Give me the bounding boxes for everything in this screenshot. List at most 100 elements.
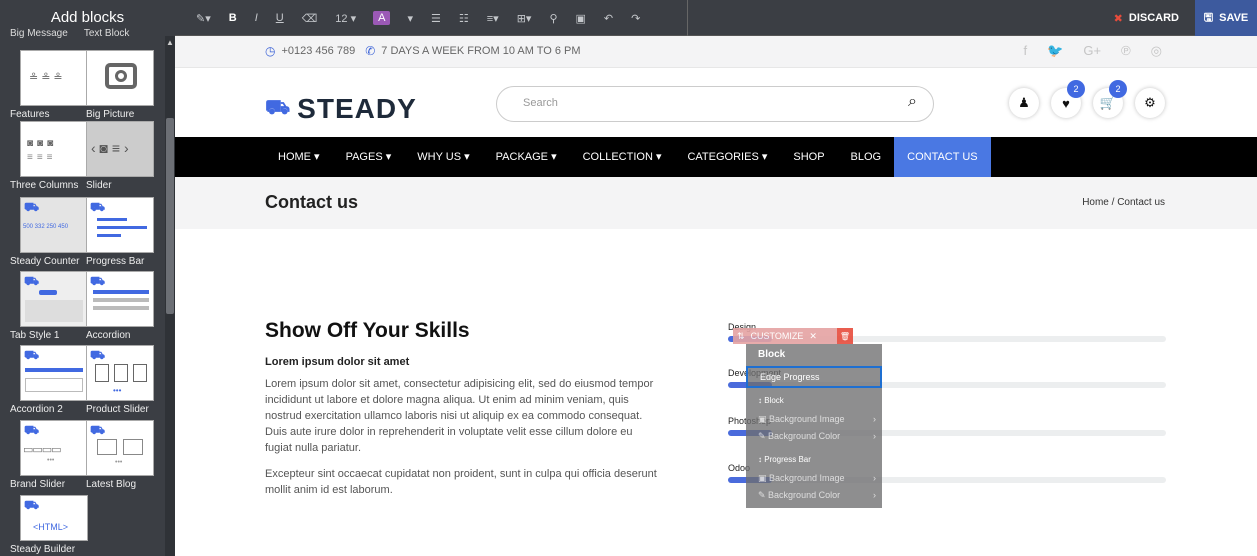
menu-item-background-image[interactable]: ▣ Background Image › [746, 413, 882, 426]
snippet-accordion-2[interactable]: ⛟ Accordion 2 [10, 345, 88, 415]
user-icon[interactable]: ♟ [1009, 88, 1039, 118]
nav-label: CONTACT US [907, 151, 978, 163]
social-links: f 🐦 G+ ℗ ◎ [1024, 43, 1162, 59]
nav-label: WHY US [417, 151, 462, 163]
features-icon: ≗≗≗ [20, 50, 88, 106]
breadcrumb[interactable]: Home / Contact us [1082, 197, 1165, 208]
table-dropdown-icon[interactable]: ⊞▾ [508, 12, 541, 25]
trash-icon[interactable]: 🗑 [837, 328, 853, 344]
font-color-icon[interactable]: A [373, 11, 391, 25]
menu-item-background-color[interactable]: ✎ Background Color › [746, 430, 882, 443]
menu-item-background-color[interactable]: ✎ Background Color › [746, 489, 882, 502]
menu-item-label: Progress Bar [764, 455, 811, 464]
sidebar-scrollbar[interactable]: ▲ [165, 36, 175, 556]
instagram-icon[interactable]: ◎ [1151, 43, 1162, 59]
snippet-three-columns[interactable]: ◙◙◙ ≡≡≡ Three Columns [10, 121, 88, 191]
ordered-list-icon[interactable]: ☷ [450, 12, 478, 25]
style-dropdown-icon[interactable]: ✎▾ [187, 12, 220, 25]
pinterest-icon[interactable]: ℗ [1121, 43, 1131, 59]
snippet-label: Accordion 2 [10, 404, 63, 415]
menu-item-label: Background Color [768, 490, 841, 500]
gear-icon[interactable]: ⚙ [1135, 88, 1165, 118]
snippet-label: Slider [86, 180, 112, 191]
color-dropdown-icon[interactable]: ▾ [398, 12, 422, 25]
unordered-list-icon[interactable]: ☰ [422, 12, 450, 25]
discard-button[interactable]: ✖ DISCARD [1106, 8, 1187, 28]
close-icon[interactable]: ✕ [809, 331, 817, 342]
move-icon[interactable]: ⇅ [737, 331, 745, 342]
font-size-dropdown[interactable]: 12 ▾ [326, 12, 365, 25]
snippet-brand-slider[interactable]: ⛟ ▭▭▭▭ ••• Brand Slider [10, 420, 88, 490]
snippet-label: Big Message [10, 28, 68, 39]
menu-item-label: Edge Progress [760, 372, 820, 382]
customize-toolbar[interactable]: ⇅ CUSTOMIZE ✕ 🗑 [733, 328, 853, 344]
image-icon[interactable]: ▣ [567, 12, 595, 25]
search-input[interactable]: Search ⌕ [496, 86, 934, 122]
nav-item-collection[interactable]: COLLECTION ▾ [570, 137, 675, 177]
underline-icon[interactable]: U [267, 12, 293, 24]
info-bar: ◷ +0123 456 789 ✆ 7 DAYS A WEEK FROM 10 … [175, 36, 1257, 68]
snippet-steady-counter[interactable]: ⛟ 500 332 250 450 Steady Counter [10, 197, 88, 267]
menu-item-edge-progress[interactable]: Edge Progress [746, 366, 882, 388]
snippet-big-picture[interactable]: Big Picture [86, 50, 154, 120]
facebook-icon[interactable]: f [1024, 43, 1028, 59]
twitter-icon[interactable]: 🐦 [1047, 43, 1063, 59]
snippet-tab-style[interactable]: ⛟ Tab Style 1 [10, 271, 88, 341]
link-icon[interactable]: ⚲ [540, 12, 566, 25]
bold-icon[interactable]: B [220, 12, 246, 24]
nav-label: BLOG [850, 151, 882, 163]
snippet-accordion[interactable]: ⛟ Accordion [86, 271, 154, 341]
snippet-product-slider[interactable]: ⛟ ••• Product Slider [86, 345, 154, 415]
wishlist-icon[interactable]: ♥ 2 [1051, 80, 1085, 118]
clock-icon: ◷ [265, 44, 276, 58]
nav-label: CATEGORIES [687, 151, 759, 163]
nav-item-categories[interactable]: CATEGORIES ▾ [674, 137, 780, 177]
site-logo[interactable]: ⛟ STEADY [265, 93, 417, 125]
nav-item-contact-us[interactable]: CONTACT US [894, 137, 991, 177]
cart-icon[interactable]: 🛒 2 [1093, 80, 1127, 118]
search-icon[interactable]: ⌕ [908, 93, 917, 111]
snippet-features[interactable]: ≗≗≗ Features [10, 50, 88, 120]
snippet-label: Steady Counter [10, 256, 80, 267]
nav-label: COLLECTION [582, 151, 653, 163]
menu-item-background-image[interactable]: ▣ Background Image › [746, 472, 882, 485]
snippet-progress-bar[interactable]: ⛟ Progress Bar [86, 197, 154, 267]
scrollbar-thumb[interactable] [166, 118, 174, 314]
nav-item-home[interactable]: HOME ▾ [265, 137, 333, 177]
nav-item-why-us[interactable]: WHY US ▾ [404, 137, 482, 177]
nav-item-pages[interactable]: PAGES ▾ [333, 137, 405, 177]
search-placeholder: Search [523, 97, 558, 109]
slider-icon: ‹ ◙ ≡ › [86, 121, 154, 177]
scroll-up-icon[interactable]: ▲ [166, 38, 174, 47]
save-label: SAVE [1219, 12, 1249, 24]
redo-icon[interactable]: ↷ [622, 12, 649, 25]
snippet-label: Text Block [83, 28, 130, 39]
google-plus-icon[interactable]: G+ [1083, 43, 1101, 59]
cart-badge: 2 [1109, 80, 1127, 98]
customize-label: CUSTOMIZE [750, 331, 804, 341]
nav-item-shop[interactable]: SHOP [780, 137, 837, 177]
nav-label: PACKAGE [495, 151, 549, 163]
nav-item-blog[interactable]: BLOG [838, 137, 895, 177]
italic-icon[interactable]: I [246, 12, 267, 24]
contact-info: ◷ +0123 456 789 ✆ 7 DAYS A WEEK FROM 10 … [265, 44, 581, 58]
steady-logo-icon: ⛟ [24, 274, 40, 288]
align-dropdown-icon[interactable]: ≡▾ [478, 12, 508, 25]
snippet-slider[interactable]: ‹ ◙ ≡ › Slider [86, 121, 154, 191]
undo-icon[interactable]: ↶ [595, 12, 622, 25]
snippet-latest-blog[interactable]: ⛟ ••• Latest Blog [86, 420, 154, 490]
section-subtitle: Lorem ipsum dolor sit amet [265, 356, 410, 368]
steady-logo-icon: ⛟ [24, 200, 40, 214]
save-button[interactable]: 🖫 SAVE [1195, 0, 1257, 36]
nav-label: HOME [278, 151, 311, 163]
nav-item-package[interactable]: PACKAGE ▾ [483, 137, 570, 177]
menu-item-label: Block [764, 396, 784, 405]
accordion-icon: ⛟ [20, 345, 88, 401]
body-paragraph: Excepteur sint occaecat cupidatat non pr… [265, 468, 657, 496]
eraser-icon[interactable]: ⌫ [293, 12, 327, 25]
menu-item-label: Background Color [768, 431, 841, 441]
menu-section-progress-bar: ↕ Progress Bar [758, 455, 811, 464]
snippet-steady-builder[interactable]: ⛟ <HTML> Steady Builder [10, 495, 88, 555]
accordion-icon: ⛟ [86, 271, 154, 327]
snippet-label: Three Columns [10, 180, 79, 191]
